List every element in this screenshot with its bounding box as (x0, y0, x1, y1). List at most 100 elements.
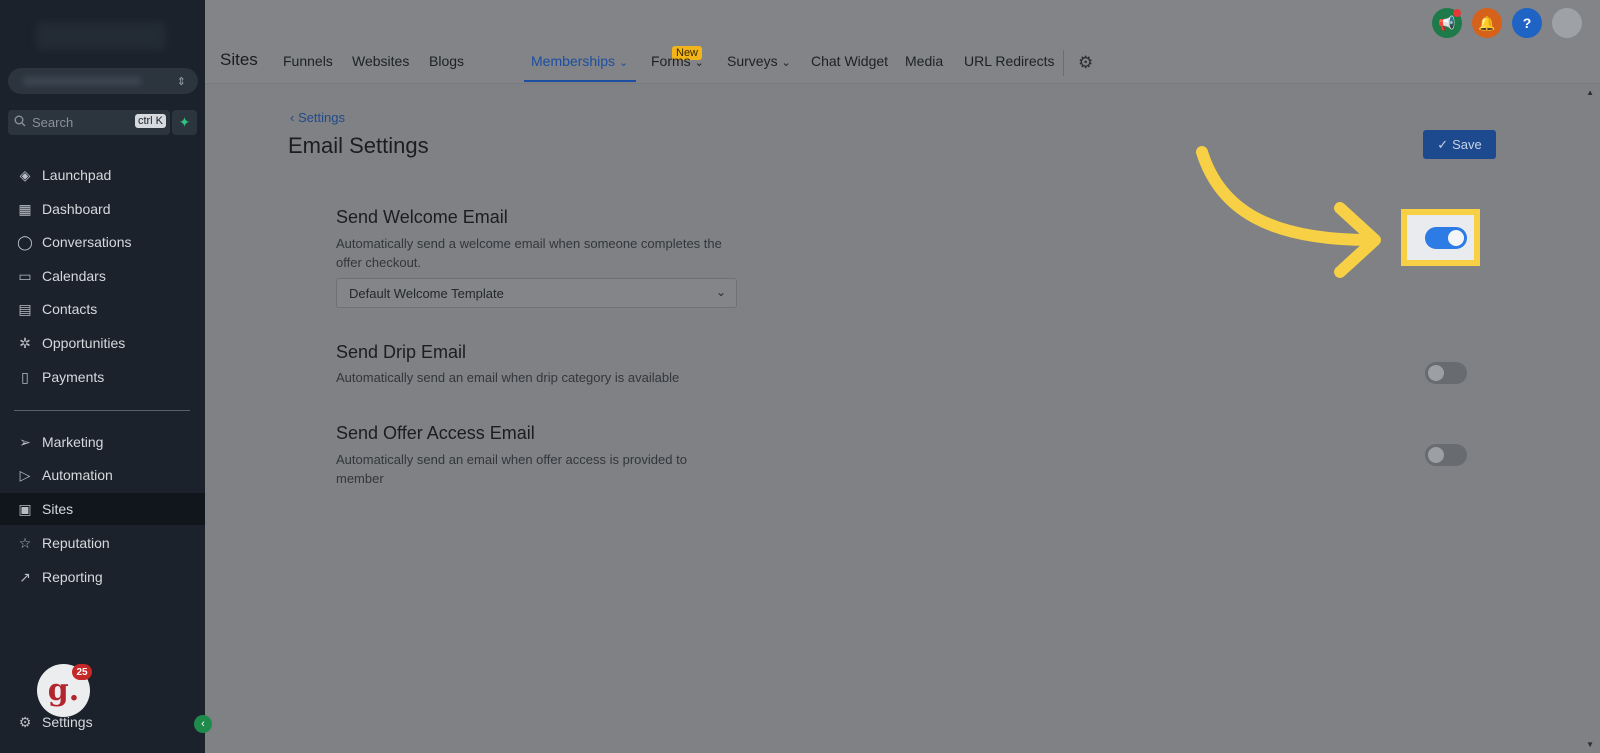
scroll-up-arrow-icon[interactable]: ▲ (1586, 88, 1594, 97)
chevron-left-icon: ‹ (201, 718, 205, 730)
section-desc-welcome: Automatically send a welcome email when … (336, 236, 722, 270)
chevron-down-icon: ⌄ (618, 57, 629, 69)
save-button[interactable]: ✓ Save (1423, 130, 1496, 159)
chevron-down-icon: ⌄ (781, 57, 791, 69)
chevron-down-icon: ⌄ (694, 57, 704, 69)
sidebar-item-marketing[interactable]: ➢ Marketing (0, 426, 205, 458)
tab-label: Surveys (727, 53, 778, 69)
sidebar-item-reporting[interactable]: ↗ Reporting (0, 561, 205, 593)
sidebar-item-payments[interactable]: ▯ Payments (0, 361, 205, 393)
account-switcher[interactable]: ⇕ (8, 68, 198, 94)
sidebar-item-automation[interactable]: ▷ Automation (0, 459, 205, 491)
sidebar-item-settings[interactable]: ⚙ Settings (0, 706, 205, 738)
sidebar-item-sites[interactable]: ▣ Sites (0, 493, 205, 525)
sidebar-item-label: Dashboard (42, 201, 111, 217)
megaphone-icon: 📢 (1438, 14, 1456, 31)
tab-forms[interactable]: Forms ⌄ (651, 53, 704, 69)
star-icon: ☆ (18, 534, 32, 551)
up-down-chevron-icon: ⇕ (176, 75, 186, 88)
search-shortcut: ctrl K (134, 114, 166, 128)
check-icon: ✓ (1437, 136, 1449, 152)
help-button[interactable]: ? (1512, 8, 1542, 38)
search-icon (14, 115, 26, 130)
drip-email-toggle[interactable] (1425, 362, 1467, 384)
sidebar-item-contacts[interactable]: ▤ Contacts (0, 293, 205, 325)
user-avatar[interactable] (1552, 8, 1582, 38)
sidebar-item-opportunities[interactable]: ✲ Opportunities (0, 327, 205, 359)
notifications-button[interactable]: 🔔 (1472, 8, 1502, 38)
bell-icon: 🔔 (1478, 14, 1496, 31)
section-title-welcome: Send Welcome Email (336, 207, 508, 227)
sidebar-item-label: Settings (42, 714, 93, 730)
payments-icon: ▯ (21, 368, 29, 385)
notification-count-badge: 25 (72, 664, 92, 680)
toggle-knob (1428, 365, 1444, 381)
settings-gear-icon[interactable]: ⚙ (1078, 53, 1093, 73)
chevron-down-icon: ⌄ (715, 285, 726, 299)
rocket-icon: ◈ (19, 166, 31, 183)
back-label: Settings (297, 110, 345, 125)
help-icon: ? (1522, 15, 1532, 31)
automation-icon: ▷ (19, 466, 31, 483)
tab-label: Forms (651, 53, 691, 69)
tab-surveys[interactable]: Surveys ⌄ (727, 53, 791, 69)
sidebar-item-label: Payments (42, 369, 105, 385)
sites-icon: ▣ (18, 500, 32, 517)
sidebar-divider (14, 410, 190, 411)
search-placeholder: Search (32, 115, 74, 130)
collapse-sidebar-button[interactable]: ‹ (194, 715, 212, 733)
sidebar-item-label: Launchpad (42, 167, 112, 183)
trend-icon: ↗ (19, 568, 31, 585)
sidebar-item-label: Sites (42, 501, 74, 517)
back-to-settings-link[interactable]: ‹ Settings (290, 110, 345, 125)
selected-template: Default Welcome Template (349, 285, 504, 301)
section-title-drip: Send Drip Email (336, 342, 467, 362)
sidebar: ⇕ Search ctrl K ✦ ◈ Launchpad ▦ Dashboar… (0, 0, 205, 753)
chat-icon: ◯ (17, 233, 33, 250)
tab-blogs[interactable]: Blogs (429, 53, 464, 69)
sidebar-item-label: Calendars (42, 268, 106, 284)
section-desc-offer-access: Automatically send an email when offer a… (336, 452, 687, 486)
sparkle-icon: ✦ (178, 114, 191, 130)
opportunities-icon: ✲ (19, 334, 31, 351)
tab-websites[interactable]: Websites (352, 53, 409, 69)
page-title: Email Settings (288, 133, 429, 158)
section-title-offer-access: Send Offer Access Email (336, 423, 535, 443)
sidebar-item-label: Automation (42, 467, 113, 483)
scroll-down-arrow-icon[interactable]: ▼ (1586, 740, 1594, 749)
tab-media[interactable]: Media (905, 53, 943, 69)
sidebar-item-reputation[interactable]: ☆ Reputation (0, 527, 205, 559)
sidebar-item-dashboard[interactable]: ▦ Dashboard (0, 193, 205, 225)
quick-action-button[interactable]: ✦ (172, 110, 197, 135)
top-bar: 📢 🔔 ? Sites Funnels Websites Blogs New M… (205, 0, 1600, 84)
unread-dot (1453, 9, 1461, 17)
welcome-email-toggle[interactable] (1425, 227, 1467, 249)
tab-memberships[interactable]: Memberships ⌄ (531, 53, 628, 69)
welcome-template-select[interactable]: Default Welcome Template ⌄ (336, 278, 737, 308)
grid-icon: ▦ (18, 200, 32, 217)
sidebar-item-label: Reputation (42, 535, 110, 551)
sidebar-item-conversations[interactable]: ◯ Conversations (0, 226, 205, 258)
contacts-icon: ▤ (18, 300, 32, 317)
offer-access-email-toggle[interactable] (1425, 444, 1467, 466)
tab-url-redirects[interactable]: URL Redirects (964, 53, 1055, 69)
sidebar-item-calendars[interactable]: ▭ Calendars (0, 260, 205, 292)
tab-funnels[interactable]: Funnels (283, 53, 333, 69)
announcements-button[interactable]: 📢 (1432, 8, 1462, 38)
sidebar-item-launchpad[interactable]: ◈ Launchpad (0, 159, 205, 191)
active-tab-indicator (524, 80, 636, 82)
tab-separator (1063, 50, 1064, 76)
sidebar-item-label: Opportunities (42, 335, 126, 351)
chevron-left-icon: ‹ (290, 110, 295, 125)
company-logo (36, 22, 166, 50)
tab-label: Memberships (531, 53, 616, 69)
send-icon: ➢ (19, 433, 31, 450)
calendar-icon: ▭ (18, 267, 32, 284)
section-desc-drip: Automatically send an email when drip ca… (336, 370, 680, 385)
sidebar-item-label: Reporting (42, 569, 103, 585)
save-label: Save (1452, 137, 1482, 152)
search-box[interactable]: Search ctrl K (8, 110, 170, 135)
sidebar-item-label: Conversations (42, 234, 132, 250)
gear-icon: ⚙ (18, 713, 32, 730)
tab-chat-widget[interactable]: Chat Widget (811, 53, 888, 69)
